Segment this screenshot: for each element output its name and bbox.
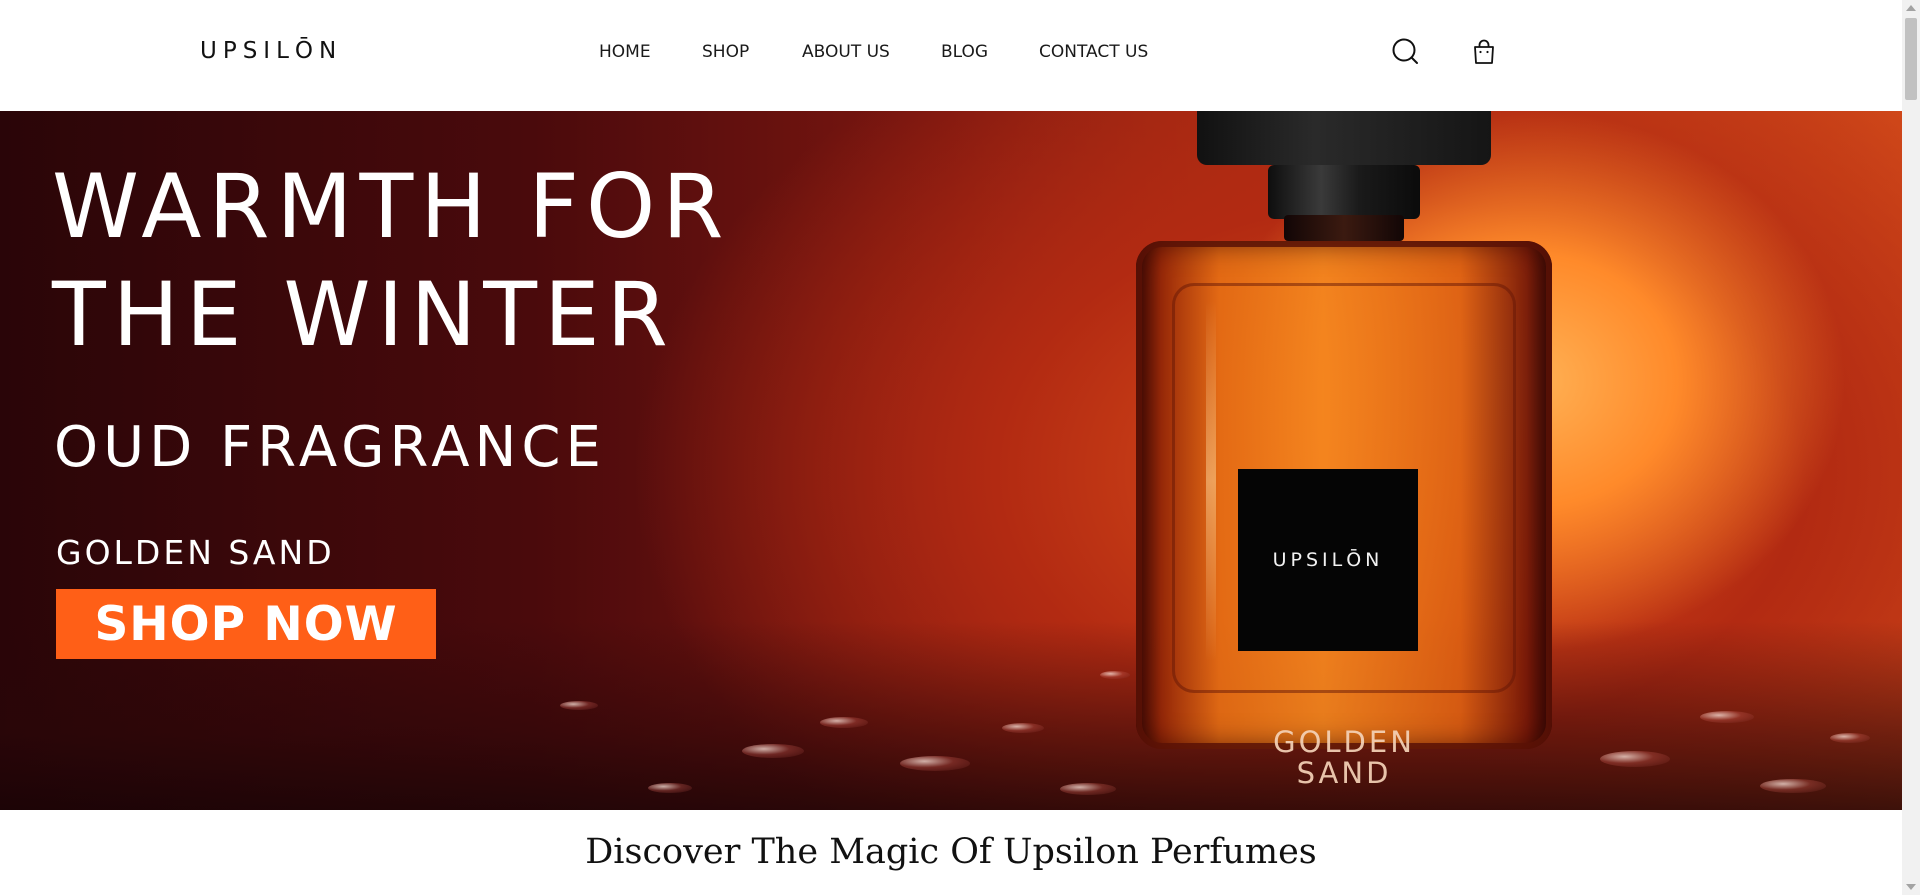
bottle-collar xyxy=(1284,215,1404,241)
bottle-engraving-line-2: SAND xyxy=(1296,756,1392,790)
search-icon[interactable] xyxy=(1390,36,1422,68)
hero-product-name: GOLDEN SAND xyxy=(56,533,335,572)
nav-blog[interactable]: BLOG xyxy=(941,42,988,62)
site-logo[interactable]: UPSILŌN xyxy=(200,38,342,64)
nav-shop[interactable]: SHOP xyxy=(702,42,749,62)
bottle-engraving-line-1: GOLDEN xyxy=(1273,725,1415,759)
bottle-neck xyxy=(1268,165,1420,219)
water-droplet xyxy=(1760,779,1826,793)
water-droplet xyxy=(742,744,804,758)
bottle-engraving: GOLDEN SAND xyxy=(1136,727,1552,789)
page-scrollbar[interactable] xyxy=(1902,0,1920,895)
water-droplet xyxy=(1830,733,1870,743)
water-droplet xyxy=(648,783,692,793)
water-droplet xyxy=(1002,723,1044,733)
hero-title-line-2: THE WINTER xyxy=(52,263,675,366)
water-droplet xyxy=(560,701,598,710)
water-droplet xyxy=(1700,711,1754,723)
hero-subtitle: OUD FRAGRANCE xyxy=(54,415,606,480)
water-droplet xyxy=(820,717,868,728)
shop-now-button[interactable]: SHOP NOW xyxy=(56,589,436,659)
bottle-highlight xyxy=(1206,301,1216,661)
scroll-down-arrow-icon[interactable] xyxy=(1906,884,1916,890)
nav-contact-us[interactable]: CONTACT US xyxy=(1039,42,1148,62)
hero-title: WARMTH FOR THE WINTER xyxy=(52,153,730,369)
water-droplet xyxy=(1060,783,1116,795)
bottle-cap xyxy=(1197,111,1491,165)
water-droplet xyxy=(1100,671,1130,679)
site-header: UPSILŌN HOME SHOP ABOUT US BLOG CONTACT … xyxy=(0,0,1902,111)
perfume-bottle: UPSILŌN GOLDEN SAND xyxy=(1136,241,1552,789)
water-droplet xyxy=(1600,751,1670,767)
bottle-label: UPSILŌN xyxy=(1238,469,1418,651)
section-title: Discover The Magic Of Upsilon Perfumes xyxy=(585,832,1317,872)
hero-title-line-1: WARMTH FOR xyxy=(52,155,731,258)
scrollbar-thumb[interactable] xyxy=(1905,18,1917,100)
bottle-label-text: UPSILŌN xyxy=(1272,549,1384,571)
scroll-up-arrow-icon[interactable] xyxy=(1906,5,1916,11)
nav-about-us[interactable]: ABOUT US xyxy=(802,42,890,62)
water-droplet xyxy=(900,756,970,771)
nav-home[interactable]: HOME xyxy=(599,42,651,62)
shopping-bag-icon[interactable] xyxy=(1468,36,1500,68)
hero-banner: WARMTH FOR THE WINTER OUD FRAGRANCE GOLD… xyxy=(0,111,1902,810)
